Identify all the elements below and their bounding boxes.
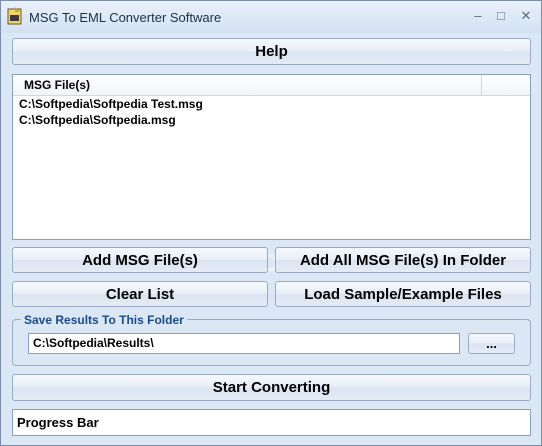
load-sample-button[interactable]: Load Sample/Example Files [275, 281, 531, 307]
output-folder-input[interactable]: C:\Softpedia\Results\ [28, 333, 460, 354]
list-header: MSG File(s) [13, 75, 530, 96]
app-icon [7, 7, 22, 25]
title-bar[interactable]: MSG To EML Converter Software – □ ✕ [1, 1, 541, 33]
save-results-label: Save Results To This Folder [21, 313, 187, 327]
help-button[interactable]: Help [12, 38, 531, 65]
progress-bar: Progress Bar [12, 409, 531, 436]
clear-list-button[interactable]: Clear List [12, 281, 268, 307]
window-title: MSG To EML Converter Software [29, 10, 222, 25]
browse-button[interactable]: ... [468, 333, 515, 354]
start-converting-button[interactable]: Start Converting [12, 374, 531, 401]
minimize-icon[interactable]: – [467, 7, 489, 25]
close-icon[interactable]: ✕ [515, 7, 537, 25]
app-window: MSG To EML Converter Software – □ ✕ Help… [0, 0, 542, 446]
column-header-msg-files[interactable]: MSG File(s) [13, 75, 482, 95]
list-item[interactable]: C:\Softpedia\Softpedia Test.msg [19, 96, 203, 112]
maximize-icon[interactable]: □ [490, 7, 512, 25]
add-msg-files-button[interactable]: Add MSG File(s) [12, 247, 268, 273]
add-folder-button[interactable]: Add All MSG File(s) In Folder [275, 247, 531, 273]
list-item[interactable]: C:\Softpedia\Softpedia.msg [19, 112, 176, 128]
file-list[interactable]: MSG File(s) C:\Softpedia\Softpedia Test.… [12, 74, 531, 240]
